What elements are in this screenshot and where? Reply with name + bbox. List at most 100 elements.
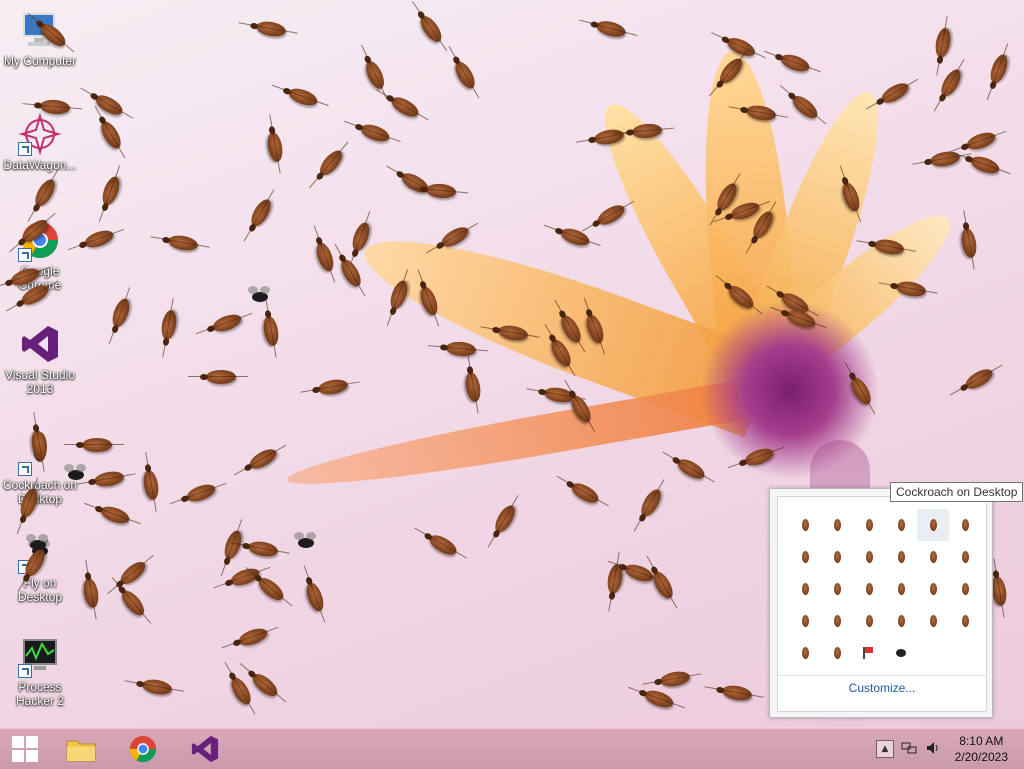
cockroach-icon xyxy=(227,674,255,708)
volume-icon[interactable] xyxy=(924,740,942,758)
tray-icon-cockroach[interactable] xyxy=(885,605,917,637)
cockroach-icon xyxy=(92,91,126,119)
cockroach-icon xyxy=(188,370,248,384)
cockroach-icon xyxy=(865,551,873,563)
system-tray: ▲ 8:10 AM 2/20/2023 xyxy=(864,729,1024,769)
taskbar-file-explorer[interactable] xyxy=(56,729,106,769)
cockroach-icon xyxy=(255,19,287,39)
tray-icon-cockroach[interactable] xyxy=(949,573,981,605)
clock-time: 8:10 AM xyxy=(959,734,1004,748)
cockroach-icon xyxy=(117,557,149,589)
cockroach-icon xyxy=(649,568,677,602)
cockroach-icon xyxy=(897,551,905,563)
overflow-panel-body: Customize... xyxy=(777,496,987,712)
tray-icon-cockroach[interactable] xyxy=(821,573,853,605)
desktop-icon-label: Cockroach on Desktop xyxy=(2,478,78,506)
cockroach-icon xyxy=(463,371,483,403)
tray-icon-cockroach[interactable] xyxy=(949,509,981,541)
desktop-icon-datawagon[interactable]: DataWagon... xyxy=(0,112,80,172)
cockroach-icon xyxy=(261,315,281,347)
cockroach-icon xyxy=(801,615,809,627)
notification-overflow-panel: Customize... xyxy=(769,488,993,718)
tray-icon-cockroach[interactable] xyxy=(853,573,885,605)
network-icon[interactable] xyxy=(900,740,918,758)
tray-icon-cockroach[interactable] xyxy=(821,605,853,637)
action-center-flag-icon xyxy=(862,646,876,660)
tray-icon-fly[interactable] xyxy=(885,637,917,669)
tray-icon-cockroach[interactable] xyxy=(853,541,885,573)
cockroach-icon xyxy=(317,377,349,397)
tray-icon-cockroach[interactable] xyxy=(885,541,917,573)
fly-icon xyxy=(64,464,86,480)
cockroach-icon xyxy=(491,502,519,536)
cockroach-icon xyxy=(64,438,124,452)
cockroach-icon xyxy=(265,131,285,163)
cockroach-icon xyxy=(929,149,961,169)
tray-icon-cockroach[interactable] xyxy=(949,605,981,637)
cockroach-icon xyxy=(210,311,244,335)
cockroach-icon xyxy=(315,147,347,179)
cockroach-icon xyxy=(897,519,905,531)
cockroach-icon xyxy=(247,539,279,559)
taskbar-visual-studio[interactable] xyxy=(180,729,230,769)
cockroach-icon xyxy=(929,583,937,595)
visual-studio-icon xyxy=(191,735,219,763)
cockroach-icon xyxy=(184,481,218,505)
tray-icon-cockroach[interactable] xyxy=(789,605,821,637)
tray-icon-cockroach[interactable] xyxy=(821,541,853,573)
desktop-icon-label: My Computer xyxy=(3,54,77,68)
clock[interactable]: 8:10 AM 2/20/2023 xyxy=(955,733,1008,765)
cockroach-icon xyxy=(961,519,969,531)
customize-link[interactable]: Customize... xyxy=(778,681,986,695)
tray-icon-cockroach[interactable] xyxy=(789,509,821,541)
taskbar-chrome[interactable] xyxy=(118,729,168,769)
cockroach-icon xyxy=(801,647,809,659)
tray-icon-cockroach[interactable] xyxy=(917,605,949,637)
cockroach-icon xyxy=(987,52,1011,86)
tray-icon-cockroach[interactable] xyxy=(821,637,853,669)
fly-icon xyxy=(26,534,48,550)
start-button[interactable] xyxy=(0,729,50,769)
cockroach-icon xyxy=(961,583,969,595)
desktop-icon-process-hacker[interactable]: Process Hacker 2 xyxy=(0,634,80,708)
folder-icon xyxy=(66,740,96,762)
tray-icon-cockroach[interactable] xyxy=(885,573,917,605)
cockroach-icon xyxy=(789,91,821,123)
cockroach-icon xyxy=(246,445,280,473)
cockroach-icon xyxy=(362,58,388,92)
clock-date: 2/20/2023 xyxy=(954,750,1008,764)
cockroach-icon xyxy=(93,469,125,489)
tray-icon-cockroach[interactable] xyxy=(853,605,885,637)
cockroach-icon xyxy=(801,551,809,563)
cockroach-icon xyxy=(568,479,602,507)
tray-icon-cockroach[interactable] xyxy=(917,541,949,573)
desktop-icon-my-computer[interactable]: My Computer xyxy=(0,8,80,68)
cockroach-icon xyxy=(416,12,446,46)
cockroach-icon xyxy=(659,669,691,689)
tray-icon-cockroach[interactable] xyxy=(853,509,885,541)
tray-icon-cockroach[interactable] xyxy=(789,637,821,669)
cockroach-icon xyxy=(167,233,199,253)
tray-icon-cockroach[interactable] xyxy=(789,573,821,605)
tray-icon-cockroach-hovered[interactable] xyxy=(917,509,949,541)
cockroach-icon xyxy=(929,551,937,563)
wallpaper-petal xyxy=(283,380,744,500)
desktop-icon-visual-studio[interactable]: Visual Studio 2013 xyxy=(0,322,80,396)
tray-icon-cockroach[interactable] xyxy=(789,541,821,573)
cockroach-icon xyxy=(964,129,998,153)
cockroach-icon xyxy=(778,51,812,75)
tray-icon-action-center[interactable] xyxy=(853,637,885,669)
tray-icon-cockroach[interactable] xyxy=(917,573,949,605)
cockroach-icon xyxy=(642,687,676,711)
cockroach-icon xyxy=(303,580,327,614)
cockroach-icon xyxy=(388,93,422,121)
divider xyxy=(778,675,986,676)
cockroach-icon xyxy=(286,85,320,109)
tray-icon-cockroach[interactable] xyxy=(821,509,853,541)
cockroach-icon xyxy=(721,683,753,703)
tray-icon-cockroach[interactable] xyxy=(885,509,917,541)
tray-icon-cockroach[interactable] xyxy=(949,541,981,573)
process-hacker-icon xyxy=(18,634,62,678)
cockroach-icon xyxy=(445,340,477,358)
show-hidden-icons-button[interactable]: ▲ xyxy=(876,740,894,758)
